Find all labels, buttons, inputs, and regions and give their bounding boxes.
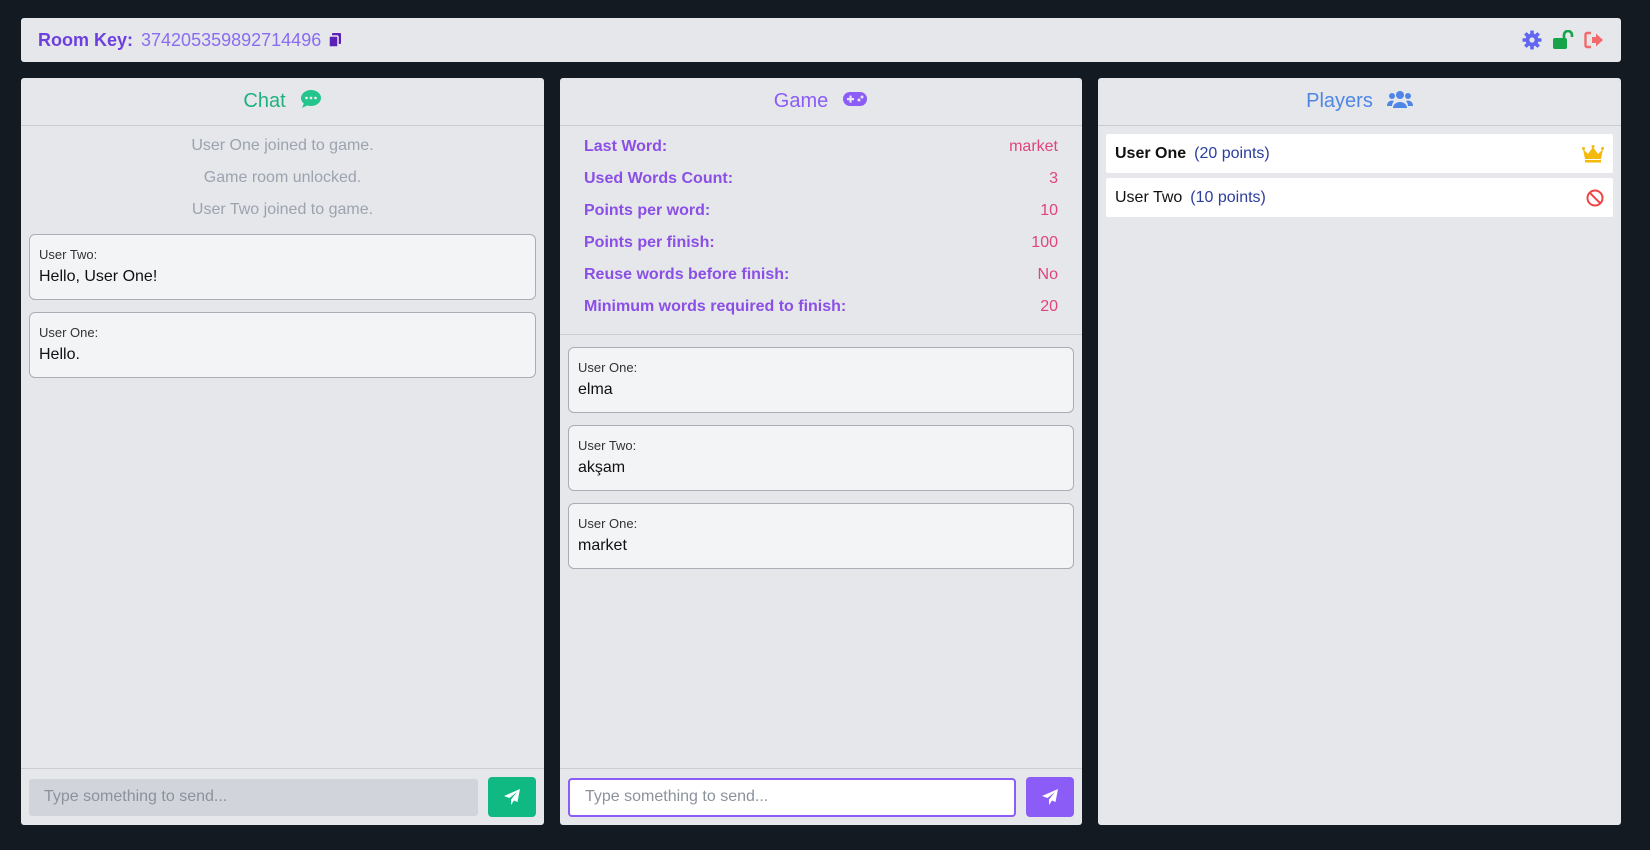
word-text: akşam bbox=[578, 459, 626, 476]
players-header: Players bbox=[1098, 78, 1621, 126]
stat-row: Points per finish: 100 bbox=[584, 230, 1058, 262]
chat-send-button[interactable] bbox=[488, 777, 536, 817]
system-message: User Two joined to game. bbox=[191, 201, 374, 218]
stat-value: market bbox=[1009, 138, 1058, 155]
users-icon bbox=[1386, 89, 1413, 115]
word-entry: User One: market bbox=[568, 503, 1074, 569]
chat-bubble-icon bbox=[300, 89, 322, 115]
word-author: User One: bbox=[578, 516, 638, 531]
message-author: User Two: bbox=[39, 247, 98, 262]
game-panel: Game Last Word: market Used Words Count: 3… bbox=[560, 78, 1082, 825]
chat-title: Chat bbox=[243, 90, 286, 112]
game-header: Game bbox=[560, 78, 1082, 126]
word-text: elma bbox=[578, 381, 613, 398]
player-name: User One bbox=[1115, 144, 1187, 162]
word-text: market bbox=[578, 537, 627, 554]
top-bar: Room Key: 374205359892714496 bbox=[21, 18, 1621, 62]
stat-row: Last Word: market bbox=[584, 134, 1058, 166]
stat-row: Points per word: 10 bbox=[584, 198, 1058, 230]
stat-value: 10 bbox=[1040, 202, 1058, 219]
player-row[interactable]: User One (20 points) bbox=[1106, 134, 1613, 173]
top-actions bbox=[1522, 30, 1604, 50]
room-key-value: 374205359892714496 bbox=[141, 29, 322, 50]
chat-footer bbox=[21, 768, 544, 825]
room-key-label: Room Key: bbox=[38, 29, 134, 50]
stat-row: Reuse words before finish: No bbox=[584, 262, 1058, 294]
player-points: (10 points) bbox=[1190, 188, 1266, 206]
stat-value: 100 bbox=[1031, 234, 1058, 251]
word-input[interactable] bbox=[568, 777, 1016, 817]
stat-label: Points per finish: bbox=[584, 234, 715, 251]
chat-messages: User One joined to game. Game room unloc… bbox=[21, 126, 544, 768]
message-text: Hello, User One! bbox=[39, 268, 158, 285]
copy-icon[interactable] bbox=[329, 33, 342, 47]
stat-label: Minimum words required to finish: bbox=[584, 298, 847, 315]
gamepad-icon bbox=[842, 90, 868, 114]
chat-message: User One: Hello. bbox=[29, 312, 536, 378]
players-panel: Players User One (20 points) User Two (1… bbox=[1098, 78, 1621, 825]
stat-value: No bbox=[1037, 266, 1058, 283]
game-title: Game bbox=[773, 90, 829, 112]
chat-panel: Chat User One joined to game. Game room … bbox=[21, 78, 544, 825]
player-name: User Two bbox=[1115, 188, 1183, 206]
logout-icon[interactable] bbox=[1584, 31, 1604, 49]
ban-icon[interactable] bbox=[1586, 189, 1604, 207]
stat-value: 20 bbox=[1040, 298, 1058, 315]
stat-row: Used Words Count: 3 bbox=[584, 166, 1058, 198]
word-send-button[interactable] bbox=[1026, 777, 1074, 817]
stat-row: Minimum words required to finish: 20 bbox=[584, 294, 1058, 326]
word-entry: User Two: akşam bbox=[568, 425, 1074, 491]
chat-message: User Two: Hello, User One! bbox=[29, 234, 536, 300]
game-body: Last Word: market Used Words Count: 3 Poin… bbox=[560, 126, 1082, 768]
stat-value: 3 bbox=[1049, 170, 1058, 187]
crown-icon bbox=[1582, 144, 1604, 163]
unlock-icon[interactable] bbox=[1552, 30, 1574, 50]
stat-label: Used Words Count: bbox=[584, 170, 734, 187]
word-list: User One: elma User Two: akşam User One:… bbox=[568, 347, 1074, 569]
game-stats: Last Word: market Used Words Count: 3 Poin… bbox=[560, 126, 1082, 335]
chat-input[interactable] bbox=[29, 778, 478, 816]
system-message: Game room unlocked. bbox=[203, 169, 362, 186]
player-points: (20 points) bbox=[1194, 144, 1270, 162]
gear-icon[interactable] bbox=[1522, 30, 1542, 50]
message-text: Hello. bbox=[39, 346, 80, 363]
players-list: User One (20 points) User Two (10 points… bbox=[1098, 126, 1621, 825]
player-row[interactable]: User Two (10 points) bbox=[1106, 178, 1613, 217]
paper-plane-icon bbox=[1042, 789, 1058, 805]
chat-header: Chat bbox=[21, 78, 544, 126]
system-message: User One joined to game. bbox=[191, 137, 374, 154]
word-author: User One: bbox=[578, 360, 638, 375]
message-author: User One: bbox=[39, 325, 99, 340]
stat-label: Points per word: bbox=[584, 202, 711, 219]
word-entry: User One: elma bbox=[568, 347, 1074, 413]
stat-label: Last Word: bbox=[584, 138, 668, 155]
word-author: User Two: bbox=[578, 438, 637, 453]
players-title: Players bbox=[1306, 90, 1373, 112]
game-footer bbox=[560, 768, 1082, 825]
stat-label: Reuse words before finish: bbox=[584, 266, 790, 283]
paper-plane-icon bbox=[504, 789, 520, 805]
